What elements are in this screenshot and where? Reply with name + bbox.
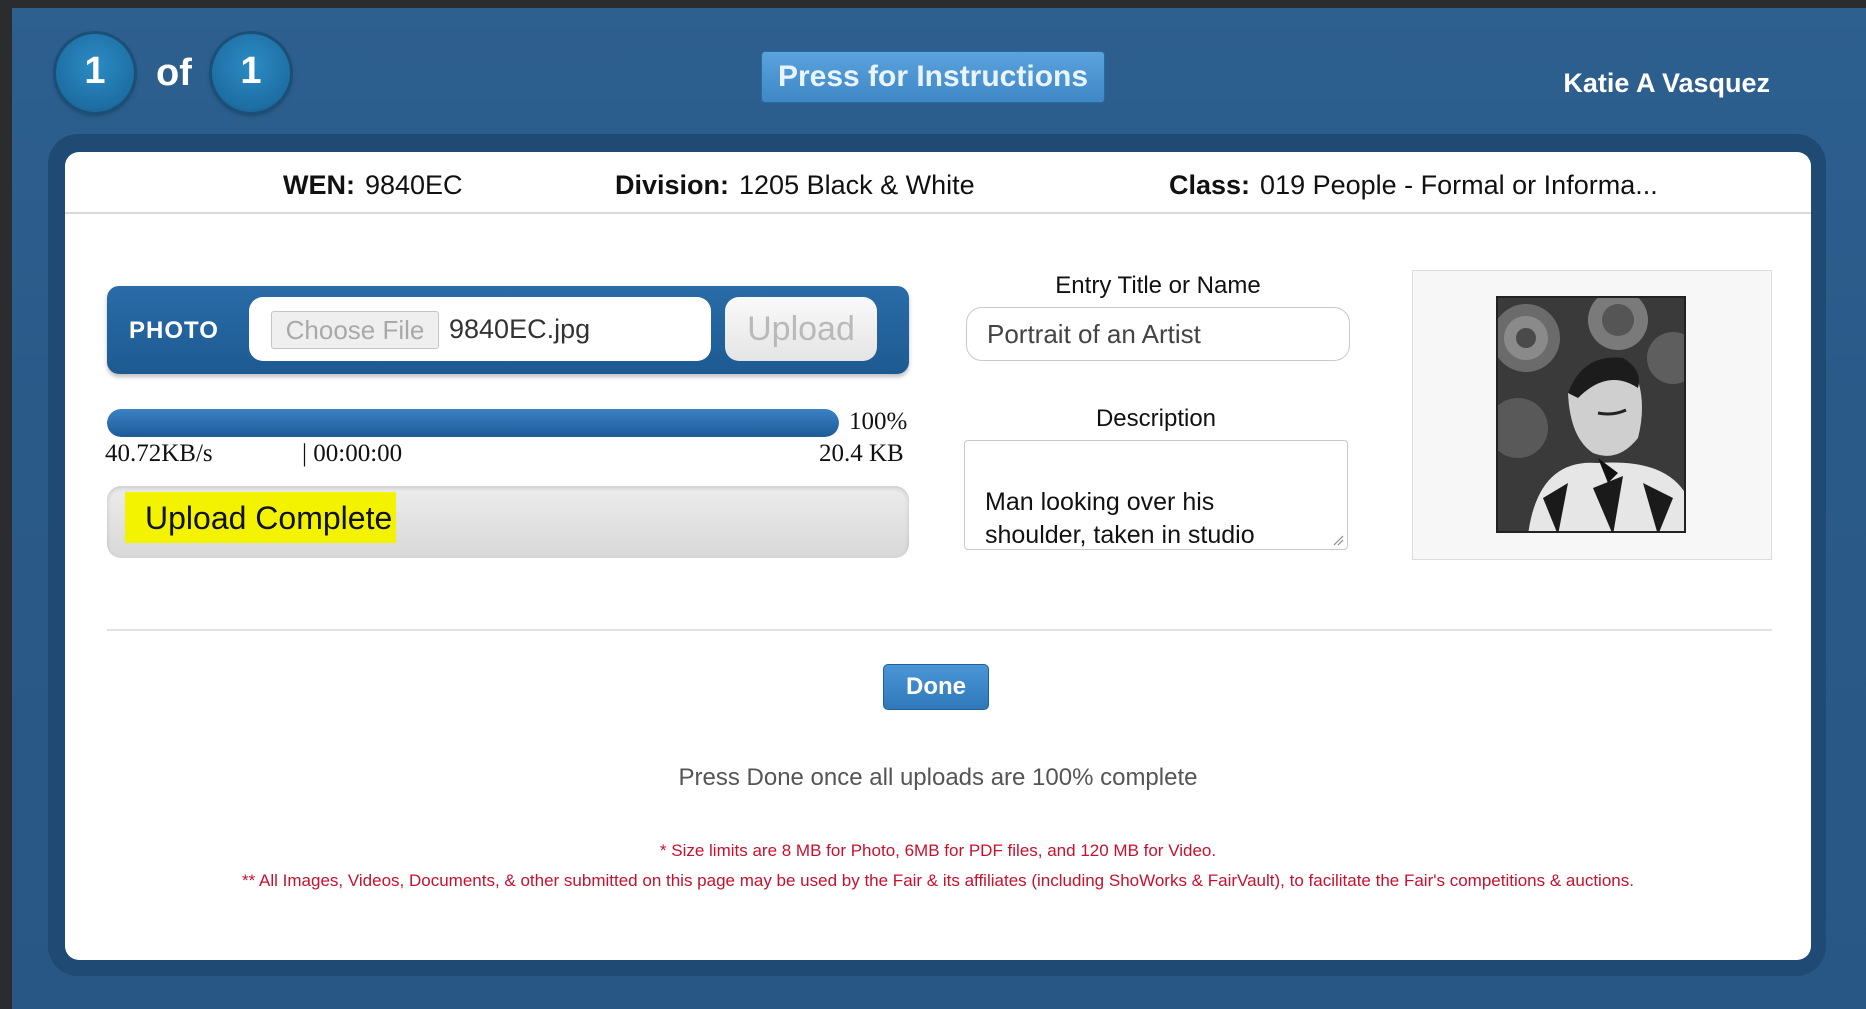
upload-speed: 40.72KB/s [105, 440, 213, 467]
portrait-image [1498, 298, 1684, 531]
done-hint: Press Done once all uploads are 100% com… [678, 764, 1198, 791]
upload-button[interactable]: Upload [725, 297, 877, 361]
division-info: Division: 1205 Black & White [615, 170, 975, 201]
selected-file-name: 9840EC.jpg [449, 314, 591, 344]
photo-upload-bar: PHOTO Choose File 9840EC.jpg Upload [107, 286, 909, 374]
division-value: 1205 Black & White [739, 170, 975, 200]
class-info: Class: 019 People - Formal or Informa... [1169, 170, 1658, 201]
upload-progress-bar [107, 409, 839, 437]
upload-elapsed-time: | 00:00:00 [302, 440, 403, 467]
resize-handle-icon[interactable] [1332, 534, 1344, 546]
division-label: Division: [615, 170, 730, 200]
section-divider [107, 629, 1772, 631]
photo-label: PHOTO [129, 317, 219, 344]
entry-title-label: Entry Title or Name [1055, 272, 1261, 299]
upload-status-text: Upload Complete [125, 492, 397, 543]
entry-card: WEN: 9840EC Division: 1205 Black & White C… [65, 152, 1811, 960]
current-entry-badge: 1 [56, 34, 134, 112]
file-input[interactable]: Choose File 9840EC.jpg [249, 297, 711, 361]
description-textarea[interactable]: Man looking over his shoulder, taken in … [964, 440, 1348, 550]
entry-title-input[interactable]: Portrait of an Artist [966, 307, 1350, 361]
class-value: 019 People - Formal or Informa... [1260, 170, 1658, 200]
usage-rights-note: ** All Images, Videos, Documents, & othe… [242, 871, 1634, 890]
instructions-button[interactable]: Press for Instructions [761, 51, 1105, 103]
done-button[interactable]: Done [883, 664, 989, 710]
size-limits-note: * Size limits are 8 MB for Photo, 6MB fo… [659, 841, 1217, 860]
photo-preview-frame [1412, 270, 1772, 560]
of-label: of [156, 52, 192, 94]
photo-thumbnail[interactable] [1496, 296, 1686, 533]
description-text: Man looking over his shoulder, taken in … [985, 488, 1255, 549]
choose-file-button[interactable]: Choose File [271, 311, 439, 349]
upload-percent: 100% [849, 408, 908, 435]
entry-info-bar: WEN: 9840EC Division: 1205 Black & White C… [65, 152, 1811, 214]
upload-progress-fill [107, 409, 839, 437]
wen-label: WEN: [283, 170, 355, 200]
description-label: Description [1095, 405, 1217, 432]
user-name: Katie A Vasquez [1563, 68, 1770, 98]
total-entries-badge: 1 [212, 34, 290, 112]
wen-value: 9840EC [364, 170, 463, 200]
wen-info: WEN: 9840EC [283, 170, 463, 201]
class-label: Class: [1169, 170, 1251, 200]
upload-status-box: Upload Complete [107, 486, 909, 558]
upload-file-size: 20.4 KB [819, 440, 904, 467]
